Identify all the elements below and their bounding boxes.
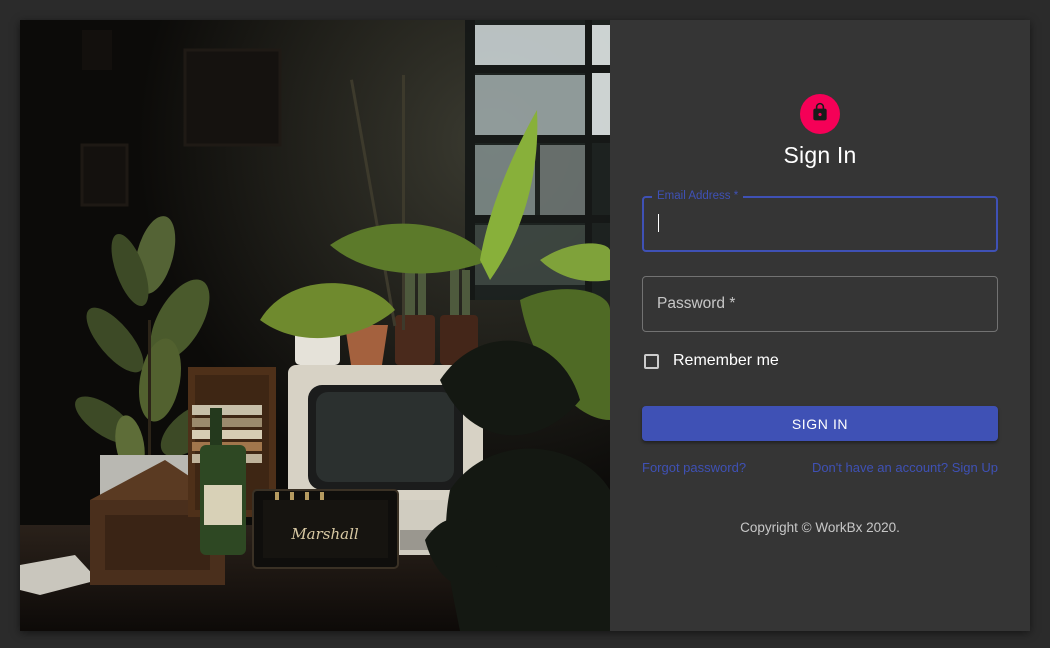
page-title: Sign In: [783, 142, 857, 168]
copyright-text: Copyright © WorkBx 2020.: [740, 520, 900, 535]
email-field[interactable]: Email Address *: [642, 189, 998, 252]
avatar: [800, 94, 840, 134]
remember-checkbox[interactable]: [644, 353, 659, 369]
hero-image: Marshall: [20, 20, 610, 631]
email-input[interactable]: [656, 208, 976, 240]
remember-label: Remember me: [673, 352, 779, 369]
lock-icon: [810, 102, 830, 127]
forgot-password-link[interactable]: Forgot password?: [642, 460, 746, 475]
password-field[interactable]: Password *: [642, 276, 998, 332]
signin-panel: Sign In Email Address * Password * Remem…: [610, 20, 1030, 631]
marshall-speaker: Marshall: [252, 489, 399, 569]
password-label: Password *: [657, 295, 736, 312]
text-caret: [658, 214, 659, 232]
email-label: Email Address *: [652, 189, 744, 203]
remember-me[interactable]: Remember me: [642, 350, 779, 372]
signin-button[interactable]: SIGN IN: [642, 406, 998, 441]
speaker-brand-text: Marshall: [290, 525, 359, 543]
signin-card: Marshall Sign In Email Address * Passwor…: [20, 20, 1030, 631]
signup-link[interactable]: Don't have an account? Sign Up: [812, 460, 998, 475]
